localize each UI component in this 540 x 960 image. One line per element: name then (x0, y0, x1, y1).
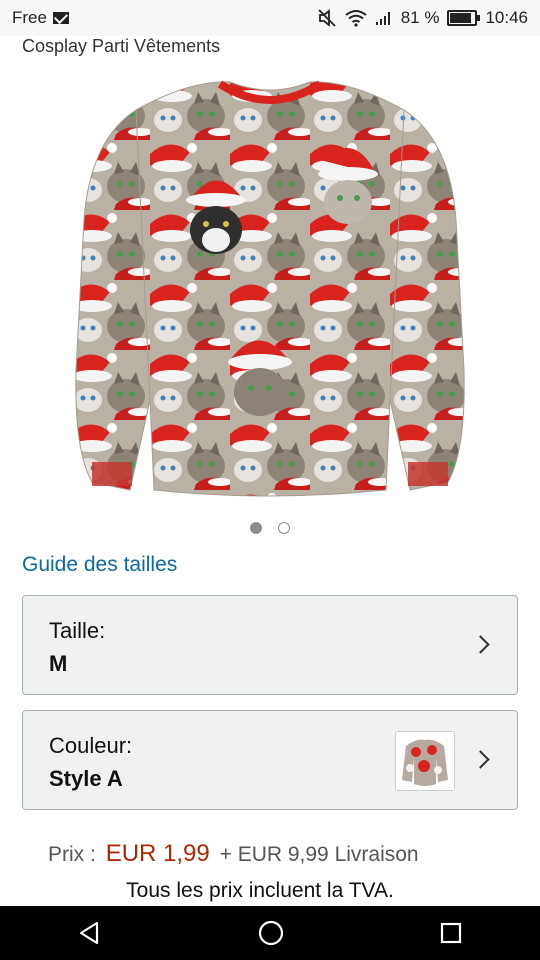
product-image[interactable] (70, 70, 470, 500)
mute-icon (318, 9, 336, 27)
wifi-icon (345, 10, 367, 27)
chevron-right-icon (471, 635, 490, 654)
status-left: Free (0, 8, 69, 28)
recents-icon[interactable] (439, 921, 463, 945)
color-swatch-thumbnail[interactable] (395, 731, 455, 791)
mail-icon (52, 12, 69, 24)
size-guide-link[interactable]: Guide des tailles (22, 553, 177, 577)
shipping-cost: + EUR 9,99 Livraison (219, 843, 419, 866)
clock: 10:46 (485, 8, 528, 27)
back-icon[interactable] (77, 920, 103, 946)
color-value: Style A (49, 766, 123, 791)
vat-note: Tous les prix incluent la TVA. (126, 879, 394, 902)
size-label: Taille: (49, 618, 106, 643)
product-category: Cosplay Parti Vêtements (22, 36, 221, 56)
carousel-dot-active[interactable] (250, 522, 262, 534)
status-right: 81 % 10:46 (317, 8, 540, 28)
price-line: Prix : EUR 1,99 + EUR 9,99 Livraison (48, 840, 419, 868)
battery-icon (447, 10, 481, 26)
price-prefix: Prix : (48, 843, 96, 866)
chevron-right-icon (471, 750, 490, 769)
size-selector[interactable]: Taille: M (22, 595, 518, 695)
home-icon[interactable] (257, 919, 285, 947)
status-bar: Free 81 % 10:46 (0, 0, 540, 36)
carousel-dot[interactable] (278, 522, 290, 534)
color-label: Couleur: (49, 733, 133, 758)
size-value: M (49, 651, 68, 676)
signal-icon (375, 12, 390, 25)
battery-percent: 81 % (400, 8, 440, 27)
color-selector[interactable]: Couleur: Style A (22, 710, 518, 810)
carrier-label: Free (12, 8, 47, 27)
carousel-indicator (0, 522, 540, 534)
navigation-bar (0, 906, 540, 960)
price-value: EUR 1,99 (105, 840, 210, 867)
